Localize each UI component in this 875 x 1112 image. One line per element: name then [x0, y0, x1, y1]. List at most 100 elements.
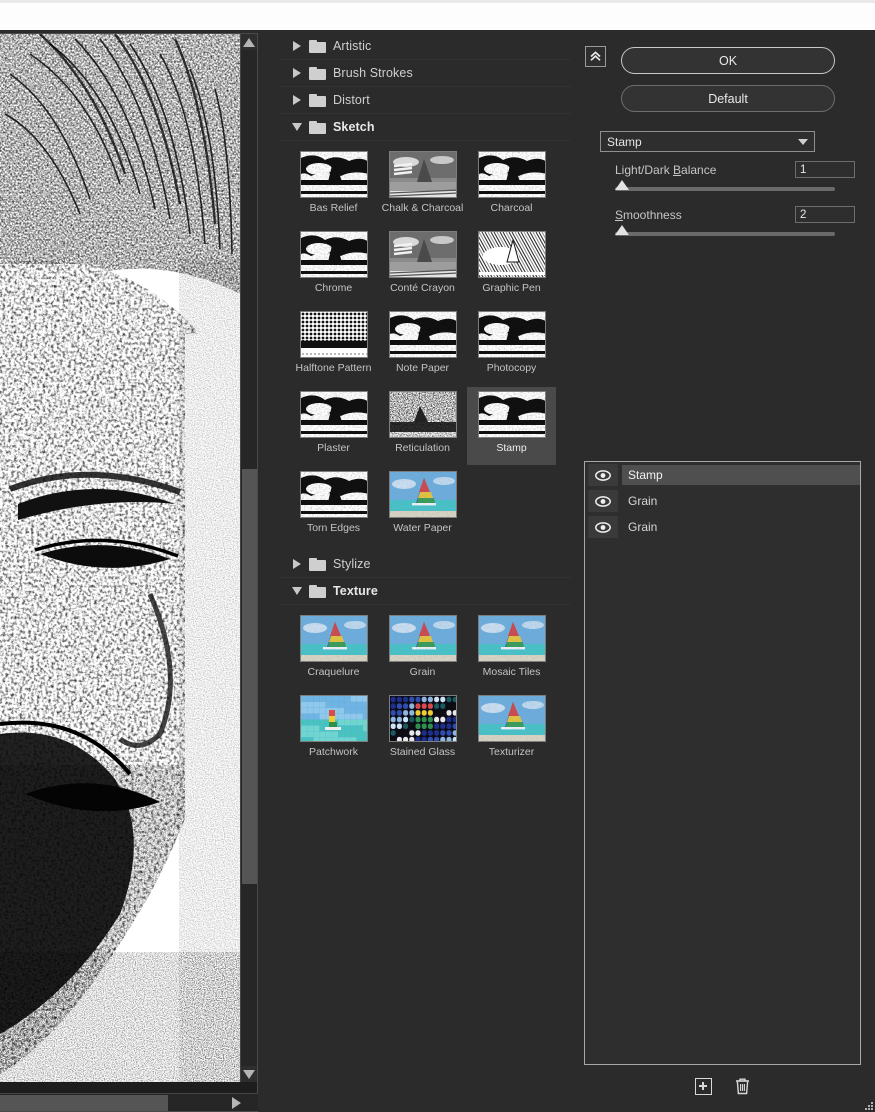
param-label: Light/Dark Balance [600, 163, 716, 177]
param-smoothness: Smoothness 2 [600, 206, 855, 236]
filter-thumb-water-paper[interactable]: Water Paper [378, 467, 467, 545]
new-effect-layer-button[interactable] [694, 1077, 713, 1096]
vertical-scroll-thumb[interactable] [242, 469, 257, 884]
scroll-down-button[interactable] [241, 1066, 257, 1082]
layer-visibility-toggle[interactable] [588, 464, 618, 486]
double-chevron-up-icon [589, 50, 602, 63]
horizontal-scroll-thumb[interactable] [0, 1095, 168, 1111]
filter-thumb-charcoal[interactable]: Charcoal [467, 147, 556, 225]
filter-thumb-cont-crayon[interactable]: Conté Crayon [378, 227, 467, 305]
filter-thumbnail-image [478, 695, 546, 742]
filter-thumb-note-paper[interactable]: Note Paper [378, 307, 467, 385]
filter-thumbnail-image [389, 615, 457, 662]
filter-thumb-halftone-pattern[interactable]: Halftone Pattern [289, 307, 378, 385]
filter-thumb-chrome[interactable]: Chrome [289, 227, 378, 305]
filter-thumb-grain[interactable]: Grain [378, 611, 467, 689]
scroll-up-button[interactable] [241, 34, 257, 50]
filter-thumbnail-image [478, 311, 546, 358]
param-slider[interactable] [615, 232, 835, 236]
disclosure-open-icon[interactable] [289, 587, 305, 595]
filter-thumb-mosaic-tiles[interactable]: Mosaic Tiles [467, 611, 556, 689]
filter-thumbnail-image [300, 151, 368, 198]
filter-select-dropdown[interactable]: Stamp [600, 131, 815, 152]
filter-thumbnail-label: Chalk & Charcoal [382, 202, 464, 214]
filter-thumbnail-image [300, 695, 368, 742]
folder-icon [309, 94, 326, 107]
filter-thumbnail-grid: Craquelure Grain [279, 605, 571, 775]
delete-effect-layer-button[interactable] [733, 1077, 752, 1096]
filter-select-value: Stamp [607, 135, 798, 149]
filter-thumbnail-label: Texturizer [489, 746, 535, 758]
filter-thumb-plaster[interactable]: Plaster [289, 387, 378, 465]
scroll-right-button[interactable] [228, 1095, 244, 1111]
filter-thumb-stained-glass[interactable]: Stained Glass [378, 691, 467, 769]
filter-thumbnail-image [300, 391, 368, 438]
filter-thumb-texturizer[interactable]: Texturizer [467, 691, 556, 769]
disclosure-open-icon[interactable] [289, 123, 305, 131]
slider-handle[interactable] [615, 180, 629, 190]
filter-category-brush-strokes[interactable]: Brush Strokes [279, 60, 571, 87]
filter-thumb-photocopy[interactable]: Photocopy [467, 307, 556, 385]
layer-visibility-toggle[interactable] [588, 490, 618, 512]
filter-thumbnail-image [389, 695, 457, 742]
effect-layer-list[interactable]: Stamp Grain Grain [584, 461, 861, 1065]
preview-horizontal-scrollbar[interactable] [0, 1093, 258, 1111]
filter-thumbnail-image [389, 311, 457, 358]
disclosure-closed-icon[interactable] [289, 41, 305, 51]
filter-thumb-chalk-charcoal[interactable]: Chalk & Charcoal [378, 147, 467, 225]
filter-thumbnail-label: Halftone Pattern [296, 362, 372, 374]
filter-thumb-patchwork[interactable]: Patchwork [289, 691, 378, 769]
filter-thumb-bas-relief[interactable]: Bas Relief [289, 147, 378, 225]
filter-thumb-craquelure[interactable]: Craquelure [289, 611, 378, 689]
filter-category-distort[interactable]: Distort [279, 87, 571, 114]
triangle-up-icon [243, 38, 255, 47]
effect-layer-row[interactable]: Stamp [585, 462, 860, 488]
filter-thumb-reticulation[interactable]: Reticulation [378, 387, 467, 465]
filter-category-texture[interactable]: Texture [279, 578, 571, 605]
preview-image [0, 34, 241, 1082]
document-top-strip [0, 0, 875, 30]
filter-category-sketch[interactable]: Sketch [279, 114, 571, 141]
effect-layer-row[interactable]: Grain [585, 488, 860, 514]
filter-thumbnail-image [300, 615, 368, 662]
effect-layer-name: Grain [622, 491, 860, 511]
layer-visibility-toggle[interactable] [588, 516, 618, 538]
filter-category-stylize[interactable]: Stylize [279, 551, 571, 578]
filter-preview[interactable] [0, 34, 241, 1082]
category-label: Sketch [333, 120, 375, 134]
filter-thumbnail-image [478, 615, 546, 662]
ok-button[interactable]: OK [621, 47, 835, 74]
disclosure-closed-icon[interactable] [289, 68, 305, 78]
filter-thumb-graphic-pen[interactable]: Graphic Pen [467, 227, 556, 305]
filter-category-artistic[interactable]: Artistic [279, 33, 571, 60]
filter-thumbnail-label: Water Paper [393, 522, 452, 534]
resize-grip[interactable] [862, 1099, 873, 1110]
filter-gallery-window: Artistic Brush Strokes Distort Sketch Bas R… [0, 0, 875, 1112]
filter-thumbnail-image [478, 391, 546, 438]
filter-thumbnail-label: Mosaic Tiles [483, 666, 541, 678]
param-value-input[interactable]: 2 [795, 206, 855, 223]
filter-thumb-torn-edges[interactable]: Torn Edges [289, 467, 378, 545]
param-slider[interactable] [615, 187, 835, 191]
filter-thumbnail-label: Conté Crayon [390, 282, 455, 294]
filter-category-browser[interactable]: Artistic Brush Strokes Distort Sketch Bas R… [279, 33, 571, 1112]
effect-layer-row[interactable]: Grain [585, 514, 860, 540]
filter-thumbnail-image [300, 311, 368, 358]
filter-thumbnail-image [389, 231, 457, 278]
layer-toolbar [584, 1073, 861, 1099]
disclosure-closed-icon[interactable] [289, 95, 305, 105]
eye-icon [595, 470, 611, 481]
category-label: Brush Strokes [333, 66, 413, 80]
default-button[interactable]: Default [621, 85, 835, 112]
disclosure-closed-icon[interactable] [289, 559, 305, 569]
slider-handle[interactable] [615, 225, 629, 235]
filter-thumbnail-label: Charcoal [490, 202, 532, 214]
preview-pane [0, 33, 258, 1112]
param-value-input[interactable]: 1 [795, 161, 855, 178]
category-label: Stylize [333, 557, 371, 571]
collapse-panel-button[interactable] [585, 46, 606, 67]
preview-vertical-scrollbar[interactable] [240, 34, 257, 1082]
filter-thumbnail-image [300, 231, 368, 278]
filter-thumb-stamp[interactable]: Stamp [467, 387, 556, 465]
eye-icon [595, 522, 611, 533]
